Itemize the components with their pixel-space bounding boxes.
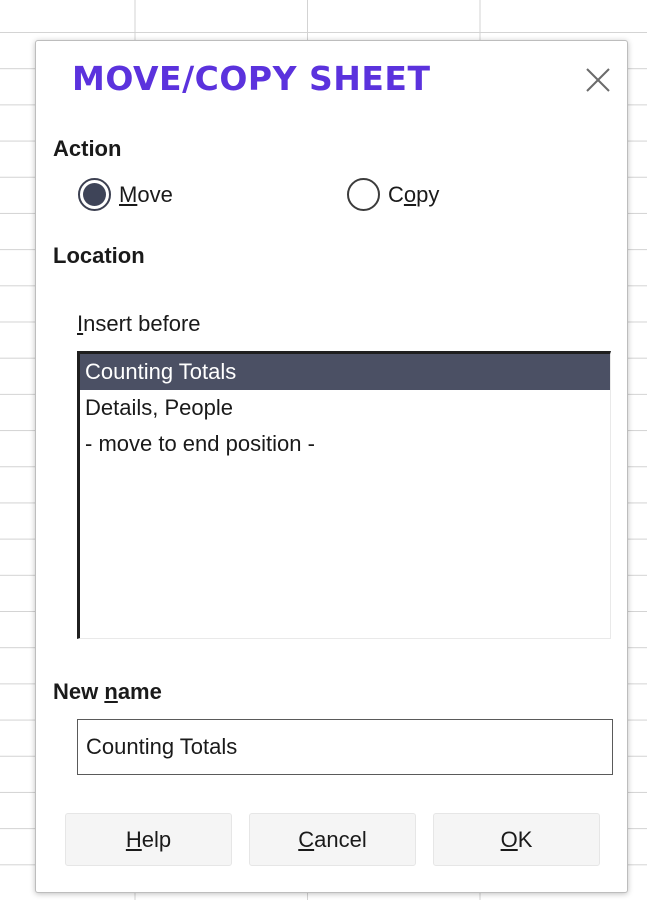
copy-radio[interactable]: Copy xyxy=(347,178,439,211)
ok-button[interactable]: OK xyxy=(433,813,600,866)
copy-radio-button[interactable] xyxy=(347,178,380,211)
new-name-label: New name xyxy=(53,679,162,704)
location-section-label: Location xyxy=(53,243,145,268)
radio-selected-dot xyxy=(83,183,106,206)
insert-before-listbox[interactable]: Counting Totals Details, People - move t… xyxy=(77,351,611,639)
copy-radio-label: Copy xyxy=(388,181,440,207)
help-button[interactable]: Help xyxy=(65,813,232,866)
list-item[interactable]: Details, People xyxy=(80,390,610,426)
close-icon[interactable] xyxy=(581,63,615,97)
action-section-label: Action xyxy=(53,136,122,161)
list-item[interactable]: Counting Totals xyxy=(80,354,610,390)
dialog-title: MOVE/COPY SHEET xyxy=(72,59,431,98)
list-item[interactable]: - move to end position - xyxy=(80,426,610,462)
move-radio[interactable]: Move xyxy=(78,178,173,211)
move-copy-sheet-dialog: MOVE/COPY SHEET Action Move Copy Locatio… xyxy=(35,40,628,893)
new-name-field[interactable] xyxy=(77,719,613,775)
insert-before-label: Insert before xyxy=(77,311,201,336)
cancel-button[interactable]: Cancel xyxy=(249,813,416,866)
move-radio-button[interactable] xyxy=(78,178,111,211)
move-radio-label: Move xyxy=(119,181,173,207)
